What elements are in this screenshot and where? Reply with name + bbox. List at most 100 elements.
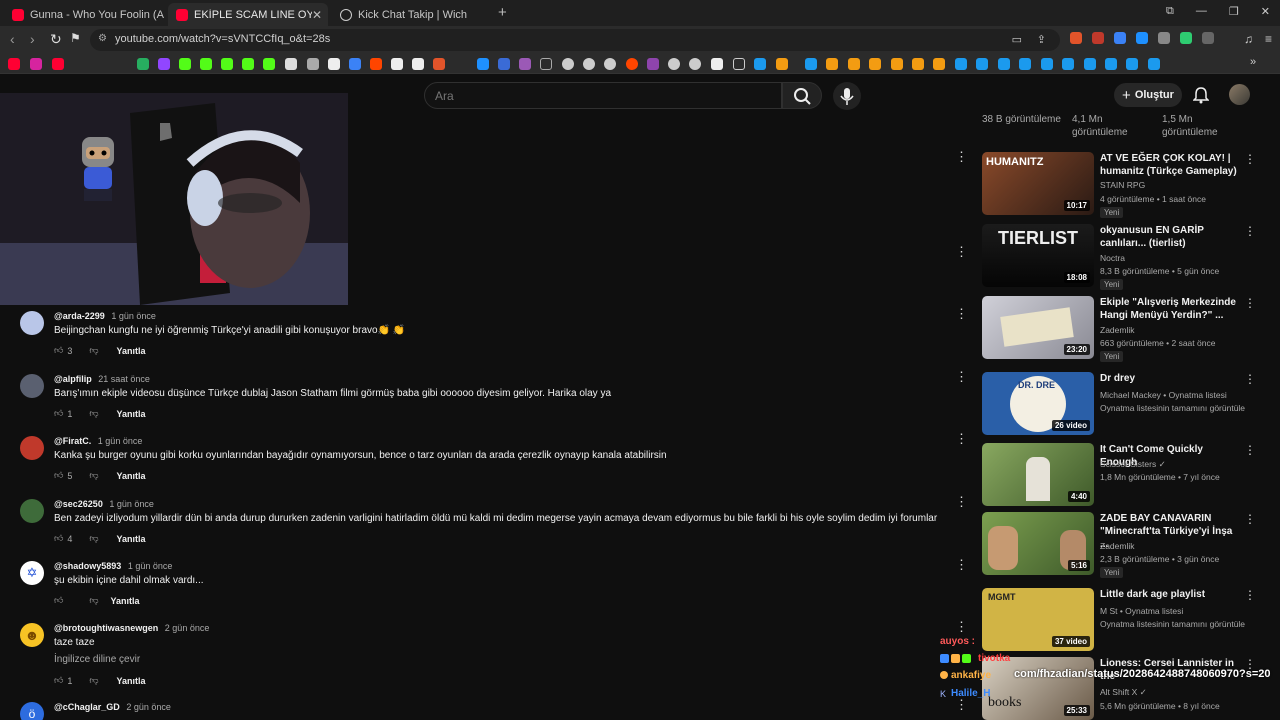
- commenter-avatar[interactable]: ö: [20, 702, 44, 720]
- bookmark-icon[interactable]: [583, 58, 595, 70]
- more-options-icon[interactable]: ⋮: [955, 369, 968, 385]
- bookmark-icon[interactable]: [711, 58, 723, 70]
- site-info-icon[interactable]: ⚙: [98, 33, 107, 44]
- reply-button[interactable]: Yanıtla: [117, 534, 146, 544]
- channel-name[interactable]: Scissor Sisters ✓: [1100, 459, 1166, 470]
- more-options-icon[interactable]: ⋮: [1244, 152, 1256, 166]
- video-title[interactable]: okyanusun EN GARİP canlıları... (tierlis…: [1100, 224, 1240, 250]
- like-icon[interactable]: 👍︎: [54, 470, 63, 481]
- bookmark-icon[interactable]: [689, 58, 701, 70]
- bookmark-x-icon[interactable]: [328, 58, 340, 70]
- channel-name[interactable]: STAIN RPG: [1100, 180, 1145, 190]
- bookmark-steam-icon[interactable]: [805, 58, 817, 70]
- commenter-name[interactable]: @FiratC.: [54, 436, 91, 446]
- translate-link[interactable]: İngilizce diline çevir: [54, 654, 140, 665]
- omnibox[interactable]: ⚙ youtube.com/watch?v=sVNTCCfIq_o&t=28s …: [90, 29, 1060, 51]
- extension-icon[interactable]: [1114, 32, 1126, 44]
- back-icon[interactable]: ‹: [10, 31, 15, 47]
- bookmark-icon[interactable]: [498, 58, 510, 70]
- bookmark-kick-icon[interactable]: [200, 58, 212, 70]
- search-input[interactable]: [435, 89, 765, 103]
- comment-time[interactable]: 2 gün önce: [126, 702, 171, 712]
- commenter-avatar[interactable]: [20, 374, 44, 398]
- playlist-link[interactable]: Oynatma listesinin tamamını görüntüle: [1100, 403, 1245, 413]
- bookmark-steam-icon[interactable]: [976, 58, 988, 70]
- commenter-name[interactable]: @brotoughtiwasnewgen: [54, 623, 158, 633]
- bookmark-steam-icon[interactable]: [754, 58, 766, 70]
- bookmark-amazon-icon[interactable]: [412, 58, 424, 70]
- more-options-icon[interactable]: ⋮: [1244, 588, 1256, 602]
- minimize-icon[interactable]: —: [1196, 5, 1207, 18]
- share-icon[interactable]: ⇪: [1037, 33, 1046, 46]
- video-thumbnail[interactable]: 4:40: [982, 443, 1094, 506]
- bookmark-icon[interactable]: [391, 58, 403, 70]
- channel-name[interactable]: Noctra: [1100, 253, 1125, 263]
- bookmark-icon[interactable]: [263, 58, 275, 70]
- reply-button[interactable]: Yanıtla: [117, 471, 146, 481]
- bookmark-steam-icon[interactable]: [1126, 58, 1138, 70]
- commenter-avatar[interactable]: [20, 436, 44, 460]
- bookmark-steam-icon[interactable]: [1062, 58, 1074, 70]
- more-options-icon[interactable]: ⋮: [955, 619, 968, 635]
- bookmark-kick-icon[interactable]: [179, 58, 191, 70]
- notifications-button[interactable]: [1192, 86, 1210, 109]
- tab-ekiple[interactable]: EKİPLE SCAM LINE OYNUYORUZ ✕: [168, 3, 328, 26]
- extension-icon[interactable]: [1180, 32, 1192, 44]
- menu-icon[interactable]: ≡: [1265, 32, 1272, 46]
- bookmark-reddit-icon[interactable]: [370, 58, 382, 70]
- like-icon[interactable]: 👍︎: [54, 595, 63, 606]
- extension-icon[interactable]: [1136, 32, 1148, 44]
- bookmark-icon[interactable]: [869, 58, 881, 70]
- bookmark-icon[interactable]: [349, 58, 361, 70]
- like-icon[interactable]: 👍︎: [54, 345, 63, 356]
- bookmark-icon[interactable]: [933, 58, 945, 70]
- video-thumbnail[interactable]: 23:20: [982, 296, 1094, 359]
- tab-kick-chat[interactable]: Kick Chat Takip | Wich: [332, 3, 492, 26]
- more-options-icon[interactable]: ⋮: [955, 431, 968, 447]
- more-options-icon[interactable]: ⋮: [955, 244, 968, 260]
- extension-icon[interactable]: [1202, 32, 1214, 44]
- bookmark-kick-icon[interactable]: [242, 58, 254, 70]
- recommended-playlist[interactable]: DR. DRE 26 video Dr drey Michael Mackey …: [982, 372, 1262, 440]
- video-title[interactable]: Ekiple "Alışveriş Merkezinde Hangi Menüy…: [1100, 296, 1240, 322]
- bookmark-icon[interactable]: [285, 58, 297, 70]
- bookmark-youtube-icon[interactable]: [8, 58, 20, 70]
- bookmark-icon[interactable]: [776, 58, 788, 70]
- bookmark-icon[interactable]: [604, 58, 616, 70]
- bookmark-steam-icon[interactable]: [1019, 58, 1031, 70]
- commenter-name[interactable]: @shadowy5893: [54, 561, 121, 571]
- bookmark-icon[interactable]: [519, 58, 531, 70]
- bookmark-icon[interactable]: [647, 58, 659, 70]
- dislike-icon[interactable]: 👎︎: [89, 408, 98, 419]
- comment-time[interactable]: 1 gün önce: [128, 561, 173, 571]
- more-options-icon[interactable]: ⋮: [955, 557, 968, 573]
- bookmark-icon[interactable]: [307, 58, 319, 70]
- bookmark-icon[interactable]: [668, 58, 680, 70]
- commenter-avatar[interactable]: ☻: [20, 623, 44, 647]
- bookmark-icon[interactable]: [477, 58, 489, 70]
- cast-icon[interactable]: ▭: [1012, 33, 1022, 46]
- account-avatar[interactable]: [1229, 84, 1250, 105]
- recommended-video[interactable]: 4:40 It Can't Come Quickly Enough Scisso…: [982, 443, 1262, 511]
- bookmark-steam-icon[interactable]: [998, 58, 1010, 70]
- bookmark-icon[interactable]: [848, 58, 860, 70]
- more-options-icon[interactable]: ⋮: [1244, 224, 1256, 238]
- bookmark-steam-icon[interactable]: [1105, 58, 1117, 70]
- more-options-icon[interactable]: ⋮: [1244, 512, 1256, 526]
- commenter-name[interactable]: @arda-2299: [54, 311, 105, 321]
- more-options-icon[interactable]: ⋮: [955, 494, 968, 510]
- folder-icon[interactable]: [733, 58, 745, 70]
- close-tab-icon[interactable]: ✕: [312, 8, 322, 22]
- commenter-name[interactable]: @cChaglar_GD: [54, 702, 120, 712]
- bookmark-icon[interactable]: [891, 58, 903, 70]
- bookmark-steam-icon[interactable]: [1041, 58, 1053, 70]
- recommended-video[interactable]: 5:16 ZADE BAY CANAVARIN "Minecraft'ta Tü…: [982, 512, 1262, 580]
- more-options-icon[interactable]: ⋮: [955, 306, 968, 322]
- like-icon[interactable]: 👍︎: [54, 675, 63, 686]
- bookmark-youtube-icon[interactable]: [52, 58, 64, 70]
- like-icon[interactable]: 👍︎: [54, 533, 63, 544]
- bookmark-icon[interactable]: [562, 58, 574, 70]
- bookmark-instagram-icon[interactable]: [30, 58, 42, 70]
- bookmark-icon[interactable]: [137, 58, 149, 70]
- channel-name[interactable]: M St • Oynatma listesi: [1100, 606, 1183, 616]
